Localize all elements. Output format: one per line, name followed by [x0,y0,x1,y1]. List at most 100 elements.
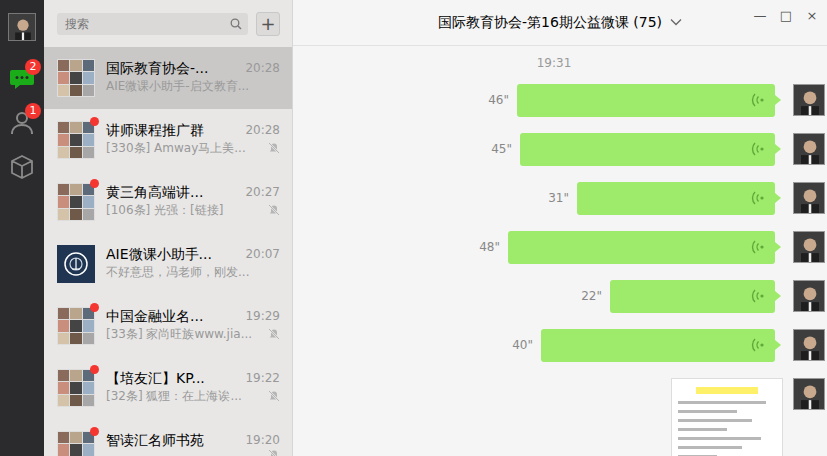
voice-duration: 46" [488,91,509,109]
group-avatar [57,183,95,221]
chat-time: 20:28 [245,121,280,139]
voice-bubble[interactable] [541,329,775,362]
chat-avatar [57,183,95,221]
voice-message[interactable]: 22" [581,280,783,313]
chat-item[interactable]: 黄三角高端讲...20:27[106条] 光强：[链接] [44,171,292,233]
chat-time: 20:07 [245,245,280,263]
chat-avatar [57,59,95,97]
chat-preview: [106条] 光强：[链接] [106,201,223,219]
voice-duration: 31" [548,189,569,207]
sidebar-button[interactable]: 2 [0,57,44,101]
search-field [57,13,248,35]
wechat-window: 21 + 国际教育协会-...20:28AIE微课小助手-启文教育...讲师课程… [0,0,827,456]
chat-preview: 不好意思，冯老师，刚发... [106,263,249,281]
account-logo [57,245,95,283]
unread-dot [90,365,99,374]
mute-icon [268,142,280,154]
search-icon [230,18,242,30]
sidebar: 21 [0,0,44,456]
voice-message[interactable]: 31" [548,182,783,215]
sender-photo-icon [794,183,825,214]
chat-item[interactable]: 智读汇名师书苑 19:20 [44,419,292,456]
apps-icon [8,153,36,181]
chat-title: 国际教育协会-第16期公益微课 (75) [438,12,682,33]
emblem-icon [63,251,89,277]
chat-time: 19:22 [245,369,280,387]
unread-dot [90,427,99,436]
chat-preview: AIE微课小助手-启文教育... [106,77,249,95]
chat-item-body: 【培友汇】KP...19:22[32条] 狐狸：在上海诶... [106,369,280,405]
message-area: 19:3146"45"31"48"22"40" [293,46,827,456]
message-row: 22" [293,280,825,313]
sender-photo-icon [794,85,825,116]
sender-photo-icon [794,281,825,312]
chat-name: 中国金融业名... [106,307,203,325]
image-message[interactable] [671,378,783,456]
group-avatar [57,307,95,345]
group-avatar [57,59,95,97]
chat-name: 讲师课程推广群 [106,121,204,139]
voice-duration: 40" [512,336,533,354]
chat-item[interactable]: AIE微课小助手...20:07不好意思，冯老师，刚发... [44,233,292,295]
chat-name: 智读汇名师书苑 [106,431,204,449]
sidebar-button[interactable]: 1 [0,101,44,145]
group-avatar [57,431,95,456]
chat-name: 【培友汇】KP... [106,369,205,387]
voice-bubble[interactable] [520,133,775,166]
mute-icon [268,204,280,216]
voice-message[interactable]: 45" [491,133,783,166]
sender-avatar [793,280,825,312]
sender-avatar [793,378,825,410]
search-bar: + [44,0,292,47]
close-button[interactable]: × [801,6,823,26]
group-avatar [57,121,95,159]
chat-time: 19:29 [245,307,280,325]
voice-bubble[interactable] [508,231,775,264]
voice-wave-icon [751,337,765,353]
voice-bubble[interactable] [610,280,775,313]
unread-badge: 2 [25,59,41,75]
sender-avatar [793,182,825,214]
chat-item[interactable]: 中国金融业名... 19:29[33条] 家尚旺族www.jia... [44,295,292,357]
voice-bubble[interactable] [517,84,775,117]
voice-wave-icon [751,239,765,255]
voice-wave-icon [751,141,765,157]
maximize-button[interactable]: □ [775,6,797,26]
message-row: 45" [293,133,825,166]
chat-item[interactable]: 国际教育协会-...20:28AIE微课小助手-启文教育... [44,47,292,109]
chat-item[interactable]: 【培友汇】KP...19:22[32条] 狐狸：在上海诶... [44,357,292,419]
unread-dot [90,179,99,188]
voice-duration: 22" [581,287,602,305]
mute-icon [268,449,280,456]
voice-message[interactable]: 46" [488,84,783,117]
sender-avatar [793,133,825,165]
mute-icon [268,328,280,340]
search-input[interactable] [63,14,230,34]
message-row: 48" [293,231,825,264]
chat-item-body: 黄三角高端讲...20:27[106条] 光强：[链接] [106,183,280,219]
chat-avatar [57,245,95,283]
minimize-button[interactable]: — [749,6,771,26]
sender-photo-icon [794,379,825,410]
voice-duration: 45" [491,140,512,158]
message-row [293,378,825,456]
voice-message[interactable]: 40" [512,329,783,362]
chat-item-body: 讲师课程推广群 20:28[330条] Amway马上美... [106,121,280,157]
chat-avatar [57,307,95,345]
sidebar-button[interactable] [0,145,44,189]
chat-header: 国际教育协会-第16期公益微课 (75) —□× [293,0,827,46]
chat-item[interactable]: 讲师课程推广群 20:28[330条] Amway马上美... [44,109,292,171]
chat-list: 国际教育协会-...20:28AIE微课小助手-启文教育... 讲师课程推广群 20… [44,47,292,456]
profile-photo-icon [9,14,36,41]
add-button[interactable]: + [256,12,280,36]
voice-duration: 48" [479,238,500,256]
chat-preview: [33条] 家尚旺族www.jia... [106,325,252,343]
chevron-down-icon [670,18,682,26]
sender-photo-icon [794,232,825,263]
sender-avatar [793,231,825,263]
chat-time: 19:20 [245,431,280,449]
chat-preview: [330条] Amway马上美... [106,139,246,157]
voice-bubble[interactable] [577,182,775,215]
profile-avatar[interactable] [8,13,36,41]
voice-message[interactable]: 48" [479,231,783,264]
